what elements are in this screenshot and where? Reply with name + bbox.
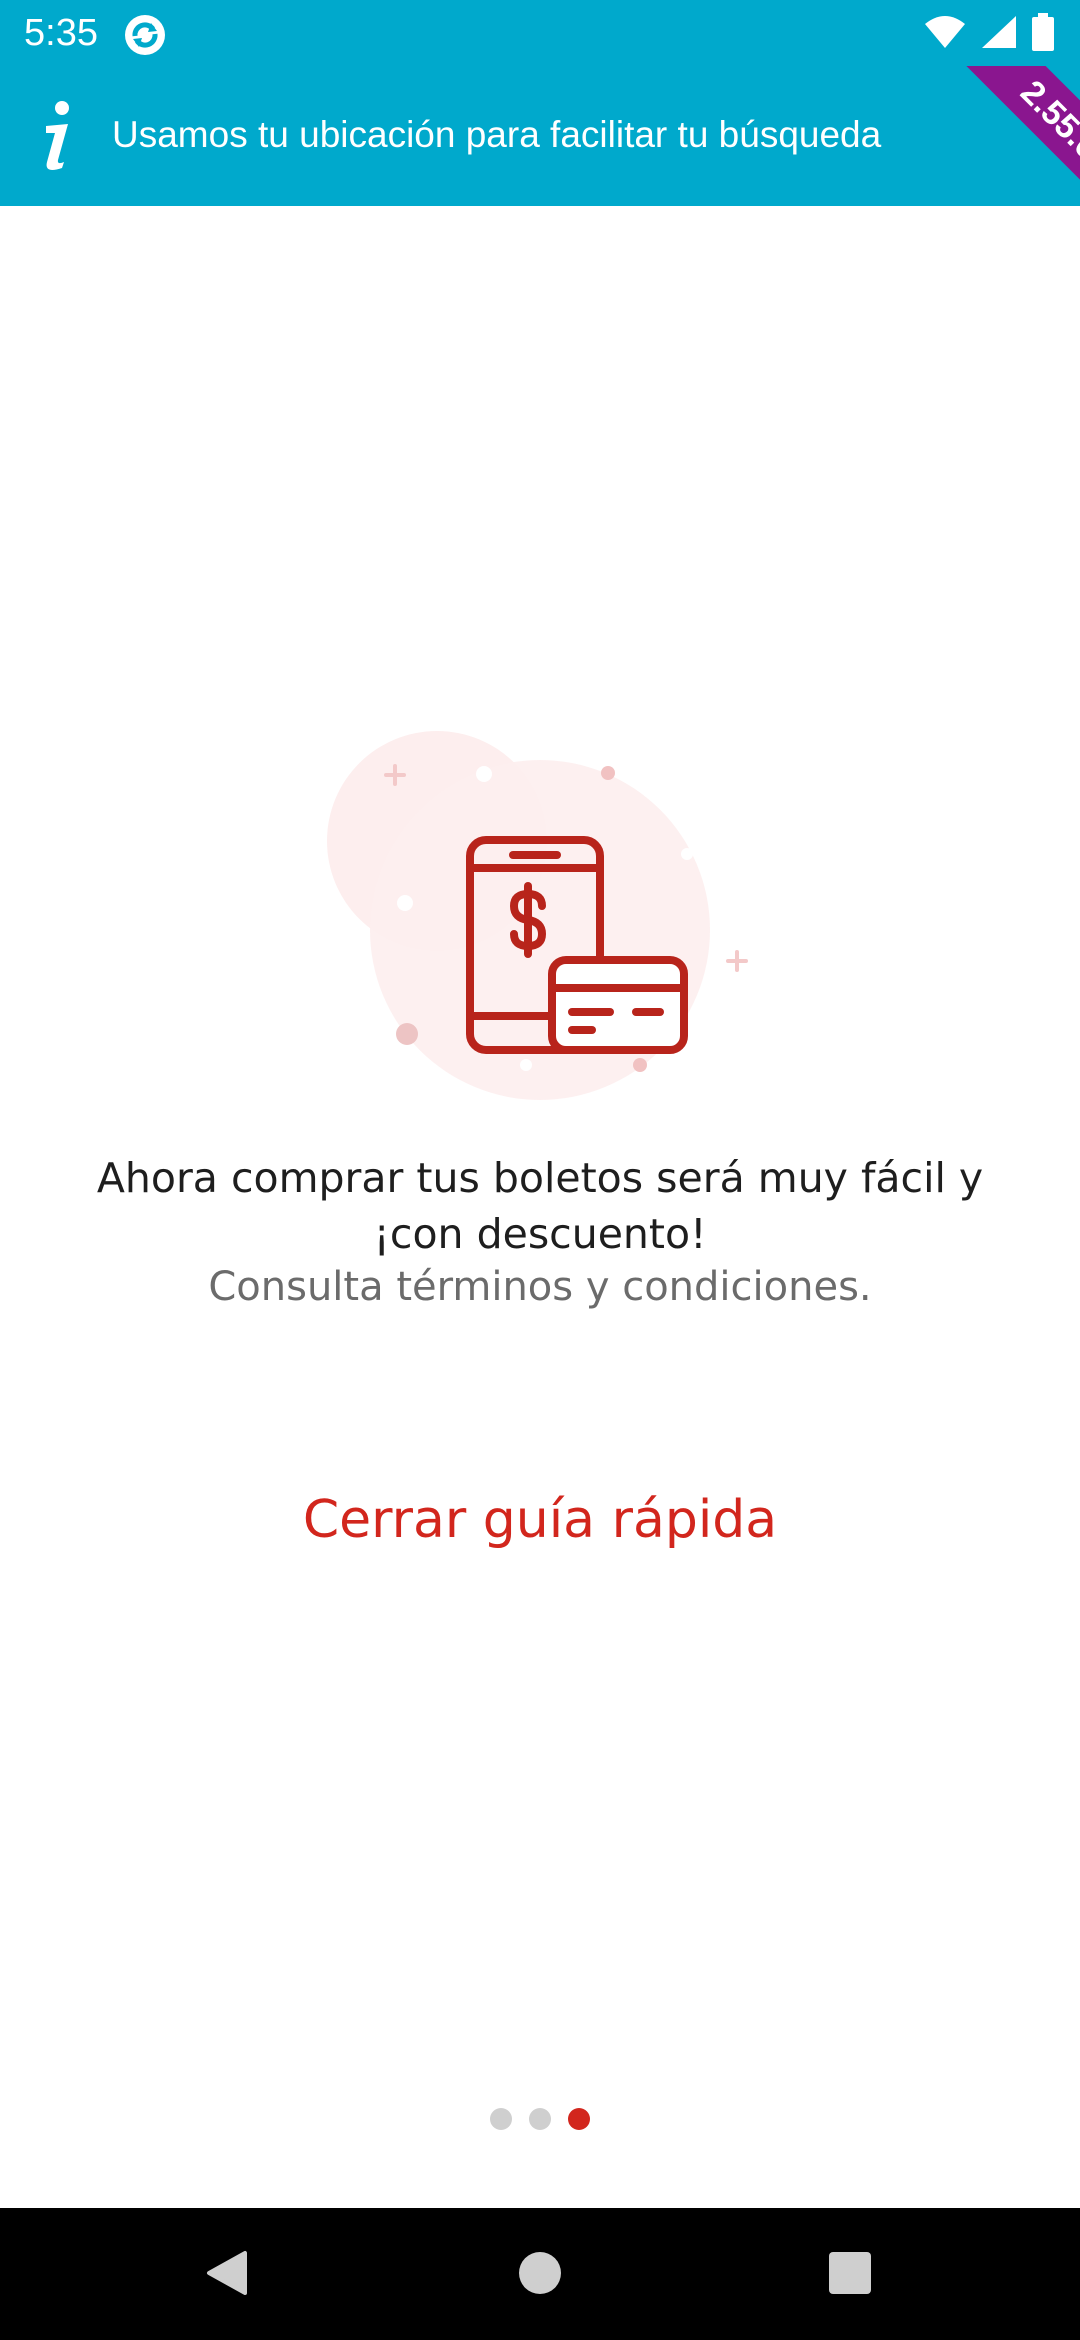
- home-icon[interactable]: [505, 2238, 575, 2308]
- message-primary: Ahora comprar tus boletos será muy fácil…: [96, 1154, 984, 1258]
- page-dot[interactable]: [490, 2108, 512, 2130]
- back-icon[interactable]: [192, 2238, 262, 2308]
- system-navigation-bar: [0, 2208, 1080, 2340]
- screen: 5:35 Usamos tu ubicación para facilitar …: [0, 0, 1080, 2340]
- status-bar: 5:35: [0, 0, 1080, 66]
- location-info-banner: Usamos tu ubicación para facilitar tu bú…: [0, 66, 1080, 206]
- banner-text: Usamos tu ubicación para facilitar tu bú…: [112, 114, 882, 155]
- battery-icon: [1032, 13, 1054, 55]
- close-guide-button[interactable]: Cerrar guía rápida: [240, 1480, 840, 1560]
- terms-link[interactable]: Consulta términos y condiciones.: [80, 1260, 1000, 1314]
- onboarding-message: Ahora comprar tus boletos será muy fácil…: [80, 1150, 1000, 1314]
- info-icon: [38, 100, 78, 172]
- page-dot-active[interactable]: [568, 2108, 590, 2130]
- page-indicator: [0, 2108, 1080, 2130]
- sync-app-icon: [124, 14, 166, 56]
- page-dot[interactable]: [529, 2108, 551, 2130]
- status-time: 5:35: [24, 12, 98, 54]
- recents-icon[interactable]: [815, 2238, 885, 2308]
- version-ribbon: 2.55.0: [948, 66, 1080, 206]
- status-icons: [924, 12, 1054, 56]
- wifi-icon: [924, 14, 966, 54]
- version-label: 2.55.0: [1013, 72, 1080, 167]
- phone-payment-card-icon: [310, 720, 770, 1120]
- signal-icon: [980, 14, 1018, 54]
